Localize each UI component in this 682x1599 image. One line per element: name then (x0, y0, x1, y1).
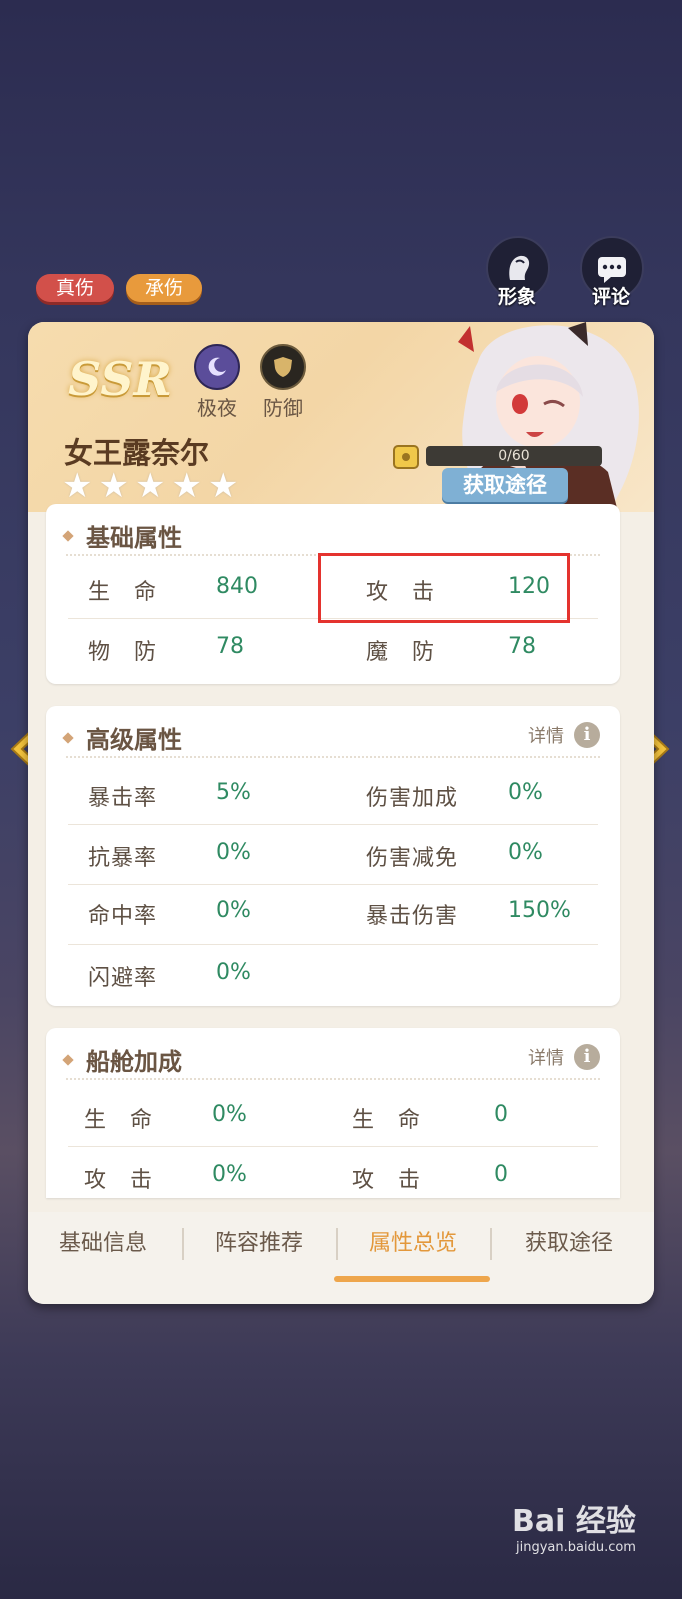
tab-get-source[interactable]: 获取途径 (494, 1212, 644, 1276)
attr-label: 魔 防 (366, 640, 436, 665)
attr-label: 生 命 (352, 1108, 422, 1133)
tab-team-recommend[interactable]: 阵容推荐 (184, 1212, 334, 1276)
attr-value: 0 (494, 1162, 508, 1187)
trait-polar-night: 极夜 (194, 344, 240, 421)
attr-value: 0% (508, 780, 543, 805)
attr-label: 命中率 (88, 904, 158, 929)
info-icon: i (574, 1044, 600, 1070)
comment-button[interactable]: 评论 (580, 236, 644, 309)
row-divider (68, 944, 598, 945)
star-icon: ★ (207, 466, 239, 506)
true-damage-tag: 真伤 (36, 274, 114, 302)
watermark-brand: Bai 经验 (512, 1504, 636, 1539)
watermark: Bai 经验 jingyan.baidu.com (512, 1496, 636, 1555)
cabin-bonus-panel: 船舱加成 详情 i 生 命 0% 生 命 0 攻 击 0% 攻 击 0 (46, 1028, 620, 1198)
basic-attributes-title: 基础属性 (62, 518, 182, 553)
attr-value: 0% (216, 840, 251, 865)
attr-value: 0% (212, 1102, 247, 1127)
appearance-button[interactable]: 形象 (486, 236, 550, 309)
divider (66, 1078, 600, 1080)
attr-value: 0% (216, 898, 251, 923)
info-icon: i (574, 722, 600, 748)
cabin-details-button[interactable]: 详情 i (528, 1044, 600, 1070)
appearance-label: 形象 (497, 286, 536, 308)
attr-label: 攻 击 (84, 1168, 154, 1193)
details-label: 详情 (528, 1048, 564, 1069)
attr-value: 840 (216, 574, 258, 599)
divider (66, 756, 600, 758)
attr-value: 0% (508, 840, 543, 865)
trait-defense: 防御 (260, 344, 306, 421)
attr-label: 伤害减免 (366, 846, 459, 871)
hero-header: SSR 极夜 防御 女王露奈尔 ★ ★ ★ ★ ★ 0/60 获取途径 (28, 322, 654, 512)
attr-label: 闪避率 (88, 966, 158, 991)
attr-value: 78 (216, 634, 244, 659)
attr-label: 生 命 (84, 1108, 154, 1133)
attr-value: 0% (216, 960, 251, 985)
trait-label: 极夜 (197, 396, 237, 420)
rarity-badge: SSR (68, 352, 172, 406)
star-icon: ★ (62, 466, 93, 506)
attr-label: 物 防 (88, 640, 158, 665)
trait-label: 防御 (263, 396, 303, 420)
attr-value: 0 (494, 1102, 508, 1127)
star-rating: ★ ★ ★ ★ ★ (62, 466, 238, 506)
tank-tag: 承伤 (126, 274, 202, 302)
bottom-tab-bar: 基础信息 阵容推荐 属性总览 获取途径 (28, 1212, 654, 1304)
get-source-button[interactable]: 获取途径 (442, 468, 568, 502)
tab-attribute-overview[interactable]: 属性总览 (338, 1212, 488, 1276)
star-icon: ★ (171, 466, 202, 506)
tab-divider (490, 1228, 492, 1260)
attr-label: 攻 击 (352, 1168, 422, 1193)
row-divider (68, 1146, 598, 1147)
diamond-icon (62, 1054, 74, 1066)
star-icon: ★ (134, 466, 166, 506)
attr-label: 暴击伤害 (366, 904, 459, 929)
row-divider (68, 824, 598, 825)
diamond-icon (62, 530, 74, 542)
advanced-attributes-panel: 高级属性 详情 i 暴击率 5% 伤害加成 0% 抗暴率 0% 伤害减免 0% … (46, 706, 620, 1006)
advanced-attributes-title: 高级属性 (62, 720, 182, 755)
highlight-box (318, 553, 570, 623)
attr-value: 0% (212, 1162, 247, 1187)
comment-label: 评论 (591, 286, 630, 308)
moon-icon (194, 344, 240, 390)
shard-progress: 0/60 (390, 445, 604, 470)
shield-icon (260, 344, 306, 390)
attr-label: 伤害加成 (366, 786, 459, 811)
tab-basic-info[interactable]: 基础信息 (28, 1212, 178, 1276)
row-divider (68, 884, 598, 885)
shard-count: 0/60 (498, 448, 530, 464)
active-tab-indicator (334, 1276, 490, 1282)
attr-value: 5% (216, 780, 251, 805)
hero-detail-card: SSR 极夜 防御 女王露奈尔 ★ ★ ★ ★ ★ 0/60 获取途径 基础属性… (28, 322, 654, 1304)
diamond-icon (62, 732, 74, 744)
key-icon (390, 440, 426, 472)
attr-label: 生 命 (88, 580, 158, 605)
cabin-bonus-title: 船舱加成 (62, 1042, 182, 1077)
watermark-url: jingyan.baidu.com (516, 1540, 636, 1555)
details-label: 详情 (528, 726, 564, 747)
attr-label: 抗暴率 (88, 846, 158, 871)
star-icon: ★ (98, 466, 129, 506)
advanced-details-button[interactable]: 详情 i (528, 722, 600, 748)
attr-value: 78 (508, 634, 536, 659)
attr-value: 150% (508, 898, 571, 923)
attr-label: 暴击率 (88, 786, 158, 811)
